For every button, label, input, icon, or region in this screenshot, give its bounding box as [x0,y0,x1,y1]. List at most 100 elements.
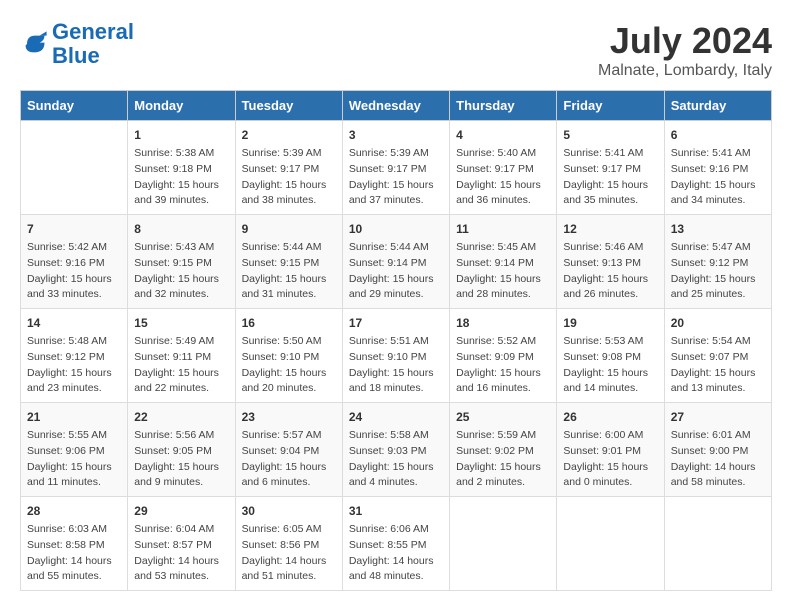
calendar-cell: 15 Sunrise: 5:49 AM Sunset: 9:11 PM Dayli… [128,309,235,403]
day-number: 14 [27,314,121,332]
calendar-week: 14 Sunrise: 5:48 AM Sunset: 9:12 PM Dayli… [21,309,772,403]
calendar-cell: 24 Sunrise: 5:58 AM Sunset: 9:03 PM Dayli… [342,403,449,497]
calendar-cell: 21 Sunrise: 5:55 AM Sunset: 9:06 PM Dayli… [21,403,128,497]
day-number: 8 [134,220,228,238]
day-info: Sunrise: 6:04 AM Sunset: 8:57 PM Dayligh… [134,522,228,585]
day-number: 24 [349,408,443,426]
day-number: 6 [671,126,765,144]
day-number: 1 [134,126,228,144]
calendar-cell: 26Sunrise: 6:00 AM Sunset: 9:01 PM Dayli… [557,403,664,497]
calendar-header: SundayMondayTuesdayWednesdayThursdayFrid… [21,91,772,121]
day-number: 22 [134,408,228,426]
calendar-cell: 28Sunrise: 6:03 AM Sunset: 8:58 PM Dayli… [21,497,128,591]
calendar-week: 21 Sunrise: 5:55 AM Sunset: 9:06 PM Dayli… [21,403,772,497]
calendar-cell: 4 Sunrise: 5:40 AM Sunset: 9:17 PM Daylig… [450,121,557,215]
calendar-cell: 17 Sunrise: 5:51 AM Sunset: 9:10 PM Dayli… [342,309,449,403]
day-info: Sunrise: 5:42 AM Sunset: 9:16 PM Dayligh… [27,240,121,303]
day-info: Sunrise: 5:58 AM Sunset: 9:03 PM Dayligh… [349,428,443,491]
day-info: Sunrise: 5:44 AM Sunset: 9:15 PM Dayligh… [242,240,336,303]
day-info: Sunrise: 6:00 AM Sunset: 9:01 PM Dayligh… [563,428,657,491]
day-number: 15 [134,314,228,332]
day-info: Sunrise: 5:41 AM Sunset: 9:16 PM Dayligh… [671,146,765,209]
calendar-cell: 27Sunrise: 6:01 AM Sunset: 9:00 PM Dayli… [664,403,771,497]
day-number: 13 [671,220,765,238]
day-info: Sunrise: 5:53 AM Sunset: 9:08 PM Dayligh… [563,334,657,397]
location: Malnate, Lombardy, Italy [598,62,772,80]
calendar-cell [557,497,664,591]
weekday-header: Thursday [450,91,557,121]
day-number: 31 [349,502,443,520]
day-info: Sunrise: 5:51 AM Sunset: 9:10 PM Dayligh… [349,334,443,397]
weekday-header: Saturday [664,91,771,121]
day-info: Sunrise: 5:52 AM Sunset: 9:09 PM Dayligh… [456,334,550,397]
day-number: 20 [671,314,765,332]
day-number: 27 [671,408,765,426]
weekday-header: Monday [128,91,235,121]
calendar-week: 7Sunrise: 5:42 AM Sunset: 9:16 PM Daylig… [21,215,772,309]
calendar-cell: 7Sunrise: 5:42 AM Sunset: 9:16 PM Daylig… [21,215,128,309]
logo-text: General Blue [52,20,134,68]
day-number: 3 [349,126,443,144]
logo: General Blue [20,20,134,68]
day-info: Sunrise: 5:59 AM Sunset: 9:02 PM Dayligh… [456,428,550,491]
calendar-body: 1 Sunrise: 5:38 AM Sunset: 9:18 PM Daylig… [21,121,772,591]
day-info: Sunrise: 5:57 AM Sunset: 9:04 PM Dayligh… [242,428,336,491]
day-info: Sunrise: 5:41 AM Sunset: 9:17 PM Dayligh… [563,146,657,209]
day-number: 17 [349,314,443,332]
day-number: 21 [27,408,121,426]
calendar-cell: 14 Sunrise: 5:48 AM Sunset: 9:12 PM Dayli… [21,309,128,403]
calendar-cell: 23 Sunrise: 5:57 AM Sunset: 9:04 PM Dayli… [235,403,342,497]
weekday-header: Tuesday [235,91,342,121]
day-info: Sunrise: 5:44 AM Sunset: 9:14 PM Dayligh… [349,240,443,303]
calendar-cell [664,497,771,591]
weekday-header: Wednesday [342,91,449,121]
day-number: 5 [563,126,657,144]
day-number: 9 [242,220,336,238]
day-number: 28 [27,502,121,520]
page-header: General Blue July 2024 Malnate, Lombardy… [20,20,772,80]
calendar-cell: 12 Sunrise: 5:46 AM Sunset: 9:13 PM Dayli… [557,215,664,309]
day-number: 23 [242,408,336,426]
day-number: 4 [456,126,550,144]
calendar-cell: 20Sunrise: 5:54 AM Sunset: 9:07 PM Dayli… [664,309,771,403]
day-info: Sunrise: 5:55 AM Sunset: 9:06 PM Dayligh… [27,428,121,491]
calendar-table: SundayMondayTuesdayWednesdayThursdayFrid… [20,90,772,591]
day-info: Sunrise: 5:39 AM Sunset: 9:17 PM Dayligh… [242,146,336,209]
day-info: Sunrise: 5:46 AM Sunset: 9:13 PM Dayligh… [563,240,657,303]
day-info: Sunrise: 5:45 AM Sunset: 9:14 PM Dayligh… [456,240,550,303]
calendar-cell: 31 Sunrise: 6:06 AM Sunset: 8:55 PM Dayli… [342,497,449,591]
calendar-cell: 30 Sunrise: 6:05 AM Sunset: 8:56 PM Dayli… [235,497,342,591]
calendar-cell: 2 Sunrise: 5:39 AM Sunset: 9:17 PM Daylig… [235,121,342,215]
day-info: Sunrise: 5:43 AM Sunset: 9:15 PM Dayligh… [134,240,228,303]
calendar-cell: 13Sunrise: 5:47 AM Sunset: 9:12 PM Dayli… [664,215,771,309]
calendar-cell: 10 Sunrise: 5:44 AM Sunset: 9:14 PM Dayli… [342,215,449,309]
day-info: Sunrise: 5:39 AM Sunset: 9:17 PM Dayligh… [349,146,443,209]
logo-icon [20,30,48,58]
calendar-cell: 22Sunrise: 5:56 AM Sunset: 9:05 PM Dayli… [128,403,235,497]
calendar-cell: 16 Sunrise: 5:50 AM Sunset: 9:10 PM Dayli… [235,309,342,403]
day-number: 25 [456,408,550,426]
calendar-cell: 18Sunrise: 5:52 AM Sunset: 9:09 PM Dayli… [450,309,557,403]
day-info: Sunrise: 5:38 AM Sunset: 9:18 PM Dayligh… [134,146,228,209]
day-info: Sunrise: 5:40 AM Sunset: 9:17 PM Dayligh… [456,146,550,209]
month-title: July 2024 [598,20,772,62]
day-number: 2 [242,126,336,144]
day-number: 30 [242,502,336,520]
day-info: Sunrise: 6:05 AM Sunset: 8:56 PM Dayligh… [242,522,336,585]
day-number: 12 [563,220,657,238]
calendar-cell: 5 Sunrise: 5:41 AM Sunset: 9:17 PM Daylig… [557,121,664,215]
calendar-cell: 9 Sunrise: 5:44 AM Sunset: 9:15 PM Daylig… [235,215,342,309]
day-number: 10 [349,220,443,238]
day-info: Sunrise: 5:49 AM Sunset: 9:11 PM Dayligh… [134,334,228,397]
day-number: 16 [242,314,336,332]
day-number: 11 [456,220,550,238]
day-number: 19 [563,314,657,332]
calendar-cell: 11 Sunrise: 5:45 AM Sunset: 9:14 PM Dayli… [450,215,557,309]
header-row: SundayMondayTuesdayWednesdayThursdayFrid… [21,91,772,121]
calendar-cell: 6 Sunrise: 5:41 AM Sunset: 9:16 PM Daylig… [664,121,771,215]
title-area: July 2024 Malnate, Lombardy, Italy [598,20,772,80]
day-info: Sunrise: 5:50 AM Sunset: 9:10 PM Dayligh… [242,334,336,397]
day-info: Sunrise: 5:48 AM Sunset: 9:12 PM Dayligh… [27,334,121,397]
calendar-cell: 29Sunrise: 6:04 AM Sunset: 8:57 PM Dayli… [128,497,235,591]
day-info: Sunrise: 6:06 AM Sunset: 8:55 PM Dayligh… [349,522,443,585]
